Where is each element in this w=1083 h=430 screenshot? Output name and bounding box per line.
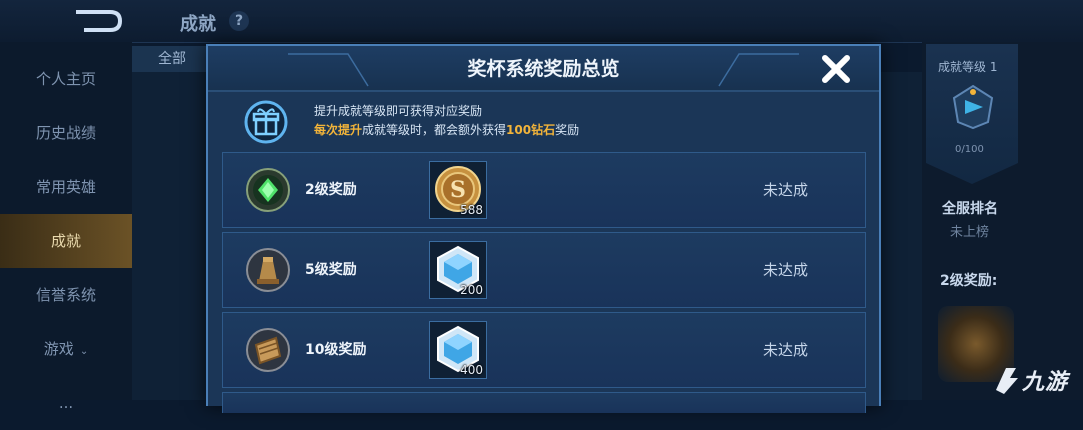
notice-text-line1: 提升成就等级即可获得对应奖励 — [314, 104, 483, 118]
reward-row: 10级奖励 400 未达成 — [222, 312, 866, 388]
rank-emblem-icon — [952, 84, 994, 130]
reward-overview-dialog: 奖杯系统奖励总览 提升成就等级即可获得对应奖励 每次提升成就等级时，都会额外获得… — [206, 44, 881, 413]
notice-text: 奖励 — [555, 123, 580, 137]
reward-quantity: 588 — [460, 203, 483, 217]
back-arrow-icon[interactable] — [70, 6, 126, 36]
sidebar: 个人主页 历史战绩 常用英雄 成就 信誉系统 游戏 ⌄ ... — [0, 42, 132, 412]
sidebar-item-label: 游戏 — [43, 340, 74, 358]
reward-quantity: 200 — [460, 283, 483, 297]
dialog-title: 奖杯系统奖励总览 — [467, 58, 620, 80]
server-rank-value: 未上榜 — [950, 225, 990, 240]
reward-level-label: 10级奖励 — [305, 342, 367, 358]
notice-highlight: 每次提升 — [314, 123, 363, 137]
sidebar-item-achievements[interactable]: 成就 — [0, 214, 132, 268]
green-gem-emblem-icon — [246, 168, 290, 212]
server-rank-title: 全服排名 — [942, 201, 998, 217]
close-icon[interactable] — [820, 54, 852, 84]
help-icon[interactable]: ? — [229, 11, 249, 31]
reward-item-slot[interactable]: 400 — [429, 321, 487, 379]
reward-row: 2级奖励 S 588 未达成 — [222, 152, 866, 228]
reward-row-partial — [222, 392, 866, 413]
svg-text:S: S — [450, 177, 466, 203]
watermark-text: 九游 — [1022, 370, 1069, 395]
achievement-level-label: 成就等级 1 — [938, 60, 998, 74]
notice-text: 成就等级时，都会额外获得 — [362, 123, 507, 137]
sidebar-item-label: 历史战绩 — [35, 124, 96, 142]
page-title: 成就 — [180, 14, 216, 35]
reward-notice: 提升成就等级即可获得对应奖励 每次提升成就等级时，都会额外获得100钻石奖励 — [222, 96, 867, 144]
sidebar-item-label: 成就 — [50, 232, 81, 250]
top-bar: 成就 ? — [0, 0, 1083, 43]
notice-text-line2: 每次提升成就等级时，都会额外获得100钻石奖励 — [314, 121, 579, 138]
side-reward-label: 2级奖励: — [940, 273, 998, 289]
reward-item-slot[interactable]: S 588 — [429, 161, 487, 219]
reward-status: 未达成 — [763, 341, 809, 359]
gift-icon — [244, 100, 288, 144]
reward-level-label: 2级奖励 — [305, 182, 357, 198]
bronze-trophy-emblem-icon — [246, 248, 290, 292]
achievement-progress: 0/100 — [955, 144, 984, 155]
reward-quantity: 400 — [460, 363, 483, 377]
sidebar-item-label: 常用英雄 — [35, 178, 96, 196]
notice-highlight-diamonds: 100钻石 — [506, 123, 556, 137]
sidebar-item-history[interactable]: 历史战绩 — [0, 106, 132, 160]
wooden-frame-emblem-icon — [246, 328, 290, 372]
filter-all-tab[interactable]: 全部 — [132, 46, 212, 72]
sidebar-item-label: ... — [58, 394, 74, 412]
reward-row: 5级奖励 200 未达成 — [222, 232, 866, 308]
dialog-header: 奖杯系统奖励总览 — [208, 46, 879, 92]
sidebar-item-game[interactable]: 游戏 ⌄ — [0, 322, 132, 376]
sidebar-item-more[interactable]: ... — [0, 376, 132, 430]
reward-status: 未达成 — [763, 261, 809, 279]
reward-status: 未达成 — [763, 181, 809, 199]
sidebar-item-label: 个人主页 — [35, 70, 96, 88]
sidebar-item-profile[interactable]: 个人主页 — [0, 52, 132, 106]
sidebar-item-heroes[interactable]: 常用英雄 — [0, 160, 132, 214]
chevron-down-icon: ⌄ — [79, 346, 89, 357]
sidebar-item-credit[interactable]: 信誉系统 — [0, 268, 132, 322]
reward-level-label: 5级奖励 — [305, 262, 357, 278]
reward-item-slot[interactable]: 200 — [429, 241, 487, 299]
sidebar-item-label: 信誉系统 — [35, 286, 96, 304]
